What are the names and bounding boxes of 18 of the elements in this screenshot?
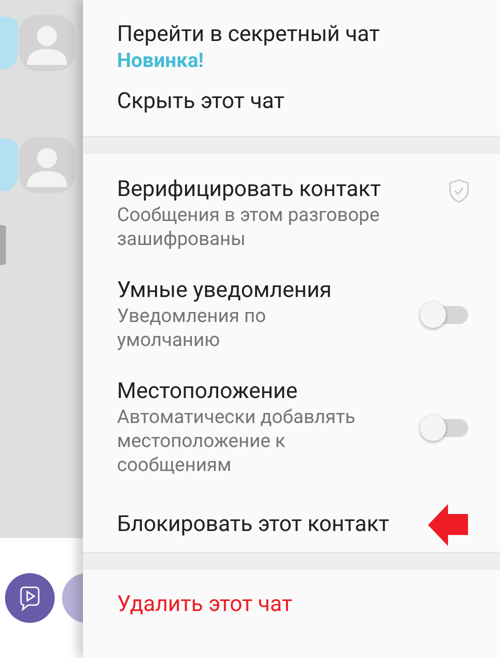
item-description: Сообщения в этом разговоре зашифрованы bbox=[117, 203, 381, 251]
item-description: Автоматически добавлять местоположение к сообщениям bbox=[117, 405, 356, 477]
menu-item[interactable]: Перейти в секретный чат bbox=[117, 22, 380, 48]
item-description: Уведомления по умолчанию bbox=[117, 304, 267, 352]
menu-item[interactable]: Блокировать этот контакт bbox=[117, 512, 390, 538]
menu-item[interactable]: Скрыть этот чат bbox=[117, 89, 284, 115]
menu-item[interactable]: Умные уведомления bbox=[117, 278, 332, 304]
menu-item[interactable]: Верифицировать контакт bbox=[117, 177, 381, 203]
delete-chat-item[interactable]: Удалить этот чат bbox=[117, 592, 292, 618]
avatar-icon[interactable] bbox=[19, 137, 75, 193]
avatar-icon[interactable] bbox=[19, 15, 75, 71]
menu-item[interactable]: Местоположение bbox=[117, 379, 298, 405]
chat-bubble-icon bbox=[0, 137, 18, 193]
shield-check-icon[interactable] bbox=[448, 179, 470, 203]
avatar-icon bbox=[0, 225, 6, 265]
new-label: Новинка! bbox=[117, 48, 204, 72]
chat-bubble-icon bbox=[0, 15, 18, 71]
chat-icon[interactable] bbox=[5, 570, 55, 626]
